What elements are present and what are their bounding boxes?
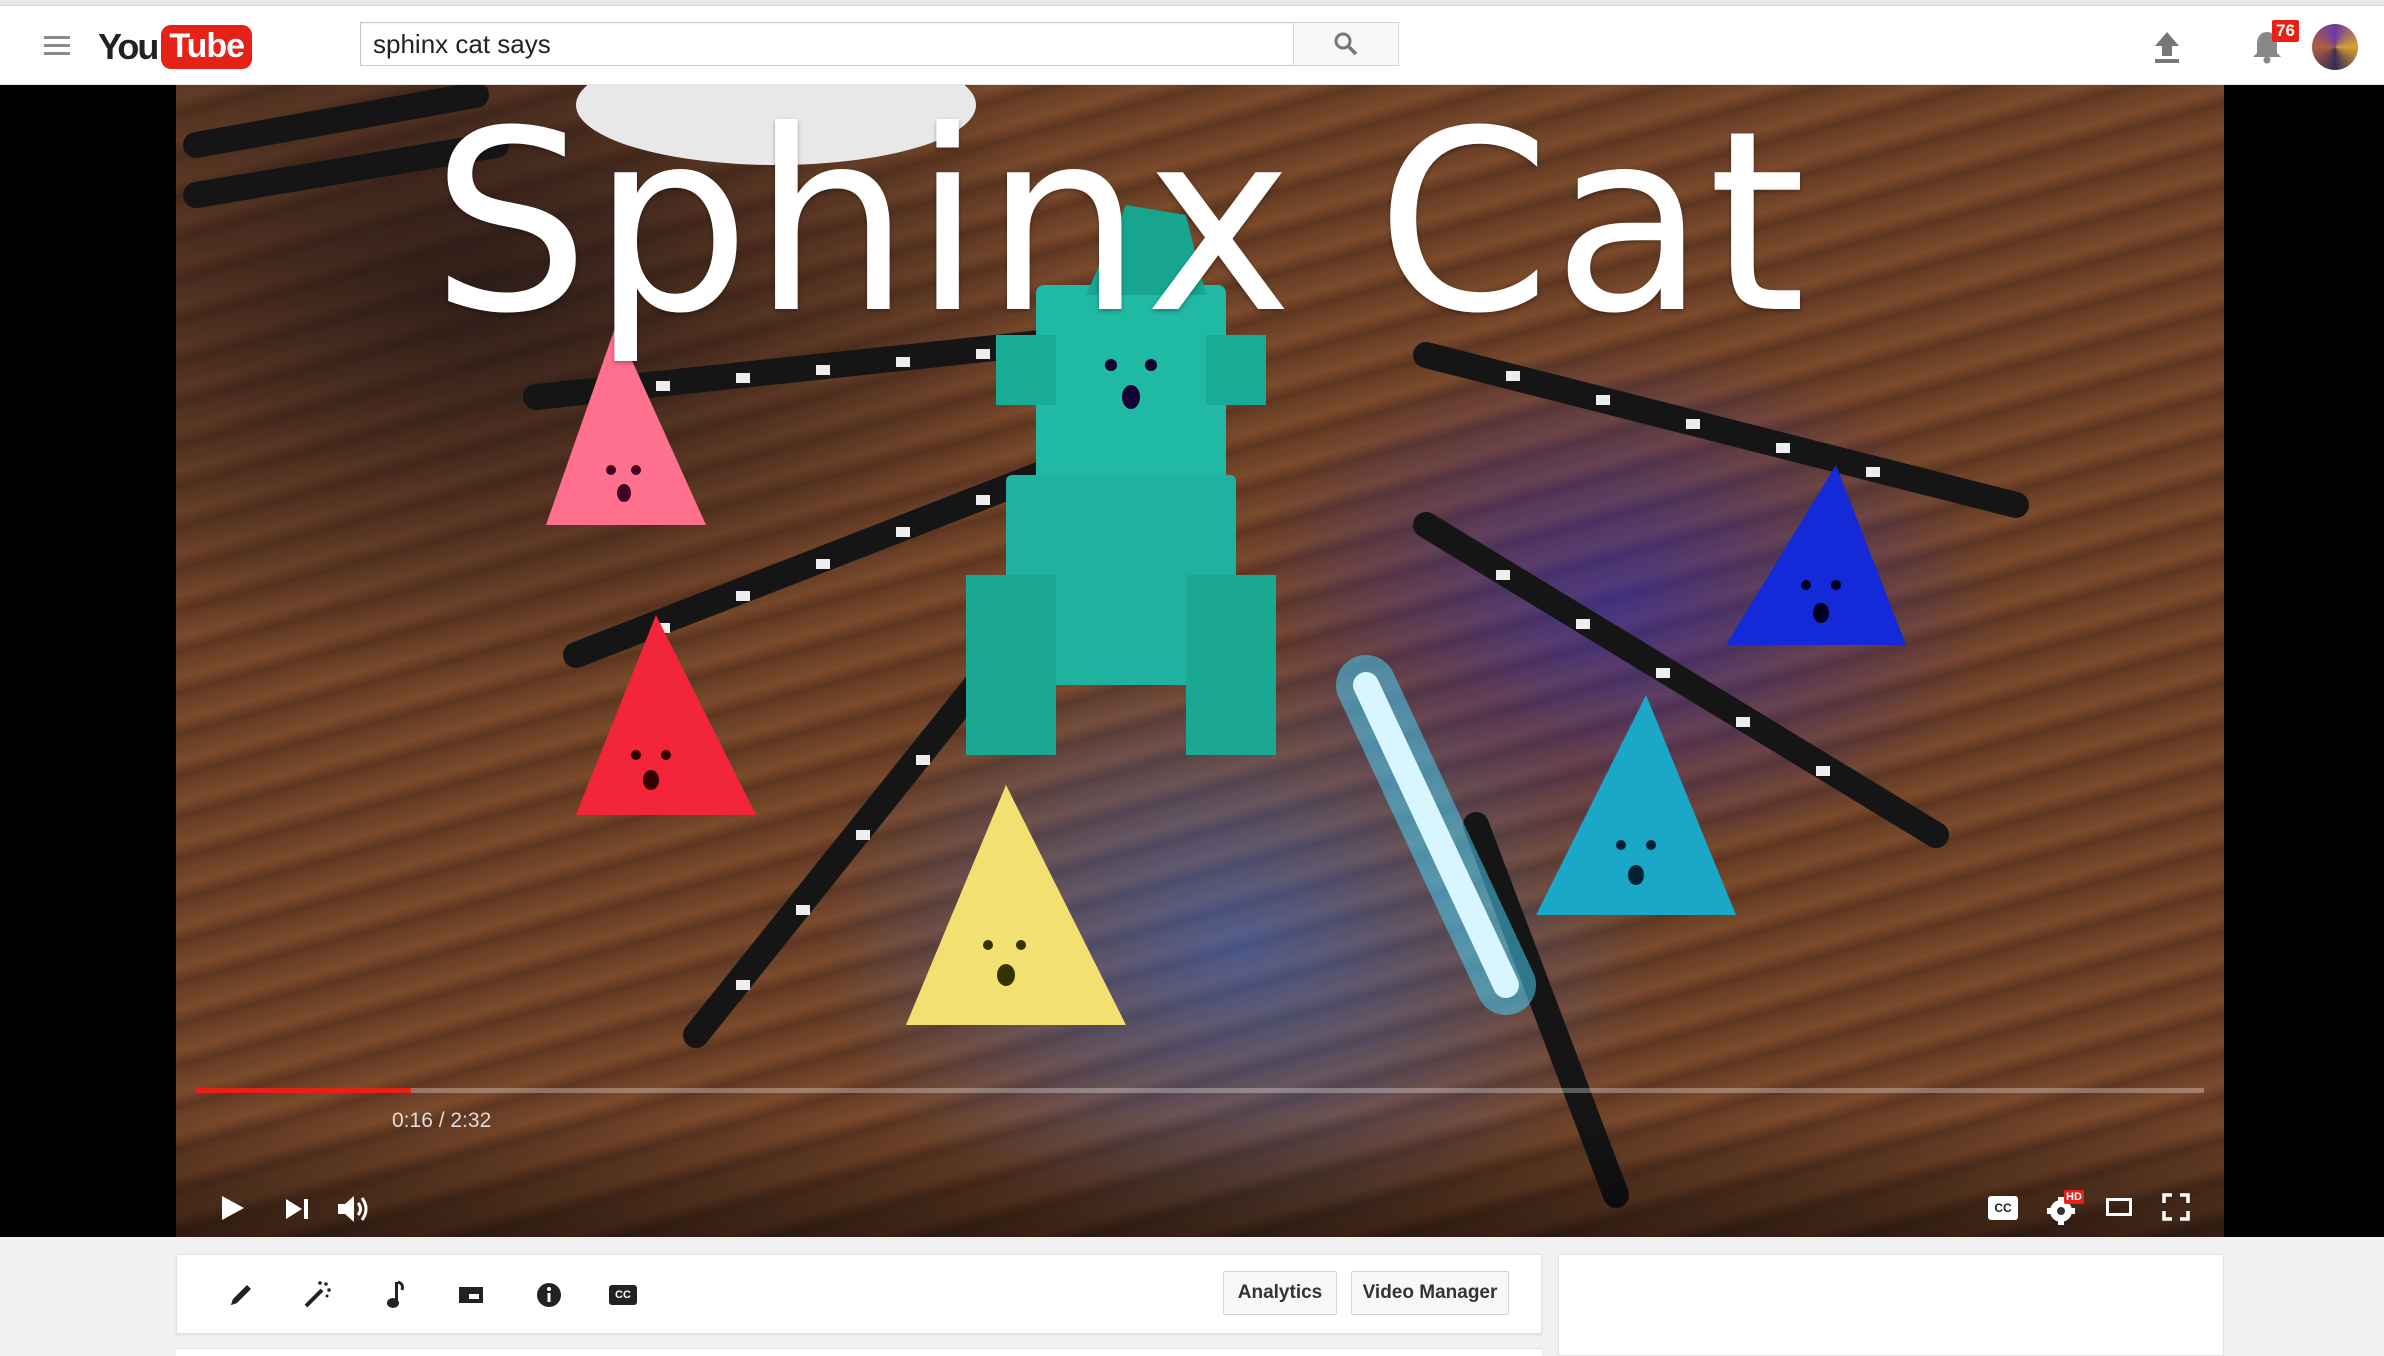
search-icon	[1334, 32, 1358, 56]
logo-tube-text: Tube	[161, 25, 253, 69]
captions-label: CC	[1994, 1201, 2012, 1215]
captions-button[interactable]: CC	[1988, 1196, 2018, 1220]
search-input[interactable]	[361, 23, 1294, 65]
search-button[interactable]	[1293, 22, 1399, 66]
pencil-icon	[231, 1285, 251, 1305]
creator-toolbar: CC Analytics Video Manager	[176, 1254, 1542, 1334]
video-player[interactable]: Sphinx Cat	[0, 85, 2384, 1237]
cc-icon: CC	[609, 1285, 637, 1305]
notification-count-badge: 76	[2272, 20, 2299, 42]
sidebar-panel	[1558, 1254, 2224, 1356]
hd-badge: HD	[2064, 1190, 2084, 1204]
account-avatar[interactable]	[2312, 24, 2358, 70]
guide-menu-icon[interactable]	[44, 36, 70, 56]
edit-button[interactable]	[223, 1279, 259, 1311]
progress-played	[196, 1088, 411, 1093]
video-overlay-title: Sphinx Cat	[431, 85, 1808, 368]
upload-icon[interactable]	[2152, 30, 2182, 64]
next-icon[interactable]	[284, 1197, 310, 1221]
search-box	[360, 22, 1294, 66]
fullscreen-icon[interactable]	[2162, 1193, 2190, 1221]
info-icon	[537, 1283, 561, 1307]
analytics-button[interactable]: Analytics	[1223, 1271, 1337, 1315]
play-icon[interactable]	[220, 1194, 246, 1222]
logo-you-text: You	[98, 26, 159, 67]
video-frame[interactable]: Sphinx Cat	[176, 85, 2224, 1237]
time-display: 0:16 / 2:32	[392, 1109, 492, 1132]
music-note-icon	[387, 1280, 404, 1308]
progress-bar[interactable]	[196, 1088, 2204, 1093]
youtube-logo[interactable]: You Tube	[98, 24, 253, 70]
enhancements-button[interactable]	[299, 1279, 335, 1311]
magic-wand-icon	[304, 1281, 331, 1308]
cc-icon-label: CC	[615, 1289, 631, 1301]
info-button[interactable]	[531, 1279, 567, 1311]
theater-mode-icon[interactable]	[2106, 1198, 2132, 1216]
audio-button[interactable]	[377, 1279, 413, 1311]
below-toolbar-panel	[176, 1348, 1542, 1356]
volume-icon[interactable]	[336, 1193, 372, 1225]
controls-gradient	[176, 1115, 2224, 1237]
annotation-icon	[459, 1287, 483, 1303]
video-manager-button[interactable]: Video Manager	[1351, 1271, 1509, 1315]
subtitles-button[interactable]: CC	[605, 1279, 641, 1311]
annotations-button[interactable]	[453, 1279, 489, 1311]
masthead: You Tube 76	[0, 6, 2384, 85]
